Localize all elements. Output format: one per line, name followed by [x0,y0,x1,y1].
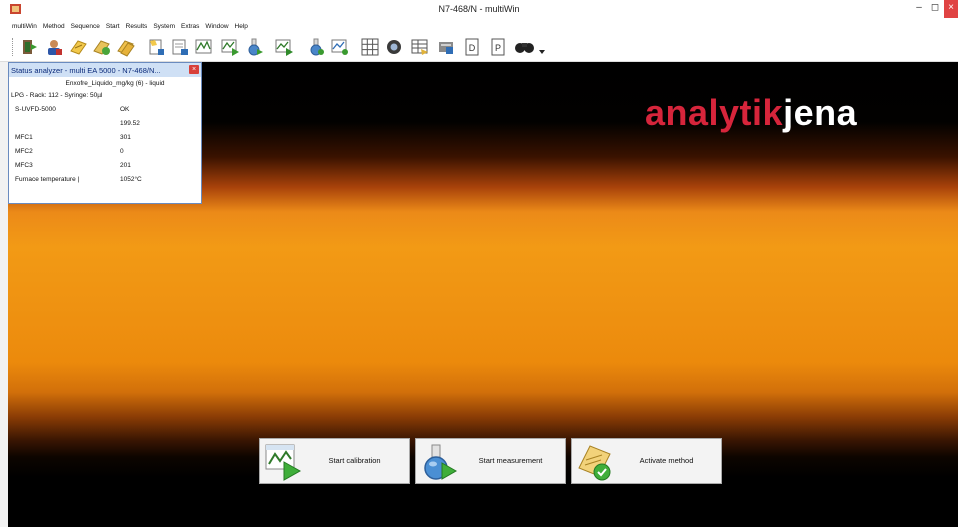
maximize-button[interactable]: ◻ [928,0,942,18]
measurement-flask-icon [420,442,458,482]
user-icon[interactable] [44,37,64,57]
title-bar: N7-468/N - multiWin – ◻ × [0,0,958,20]
database-icon[interactable] [436,37,456,57]
status-value: OK [120,106,130,113]
status-row: 199.52 [9,117,201,131]
start-calibration-button[interactable]: Start calibration [259,438,410,484]
document-p-icon[interactable]: P [488,37,508,57]
results-icon[interactable] [220,37,240,57]
toolbar-grip [12,38,14,56]
menu-extras[interactable]: Extras [181,23,199,30]
status-value: 0 [120,148,124,155]
start-calibration-label: Start calibration [328,456,381,465]
activate-method-label: Activate method [639,456,694,465]
status-value: 201 [120,162,131,169]
document-d-icon[interactable]: D [462,37,482,57]
status-label: Furnace temperature | [15,176,80,183]
flask-icon[interactable] [244,37,264,57]
method-icon[interactable] [68,37,88,57]
status-label: MFC2 [15,148,33,155]
menu-window[interactable]: Window [205,23,228,30]
status-row: MFC1 301 [9,131,201,145]
report-icon[interactable] [274,37,294,57]
start-measurement-button[interactable]: Start measurement [415,438,566,484]
binoculars-icon[interactable] [514,37,546,57]
status-sample-name: Enxofre_Liquido_mg/kg (6) - liquid [65,80,165,87]
menu-multiwin[interactable]: multiWin [12,23,37,30]
svg-text:D: D [469,43,476,53]
menu-help[interactable]: Help [235,23,248,30]
calibration-icon[interactable] [146,37,166,57]
status-row: Furnace temperature | 1052°C [9,173,201,187]
grid-icon[interactable] [360,37,380,57]
status-label: MFC3 [15,162,33,169]
toolbar: D P [0,32,958,62]
menu-system[interactable]: System [153,23,175,30]
status-window-close-button[interactable]: × [189,65,199,74]
sequence-icon[interactable] [92,37,112,57]
exit-icon[interactable] [20,37,40,57]
measurement-icon[interactable] [170,37,190,57]
brand-logo: analytikjena [645,92,857,134]
status-value: 1052°C [120,176,142,183]
status-analyzer-window: Status analyzer - multi EA 5000 - N7-468… [8,62,202,204]
furnace-icon[interactable] [384,37,404,57]
status-window-title: Status analyzer - multi EA 5000 - N7-468… [11,65,161,75]
menu-sequence[interactable]: Sequence [71,23,100,30]
menu-bar: multiWin Method Sequence Start Results S… [0,20,958,32]
brand-logo-part2: jena [783,92,858,133]
table-icon[interactable] [410,37,430,57]
status-rack-line: LPG - Rack: 112 - Syringe: 50µl [11,92,103,99]
status-row: MFC2 0 [9,145,201,159]
chart-icon[interactable] [194,37,214,57]
window-title: N7-468/N - multiWin [438,4,520,14]
menu-results[interactable]: Results [126,23,148,30]
status-row: MFC3 201 [9,159,201,173]
status-label: S-UVFD-5000 [15,106,56,113]
svg-text:P: P [495,43,501,53]
status-row: S-UVFD-5000 OK [9,103,201,117]
activate-method-button[interactable]: Activate method [571,438,722,484]
menu-start[interactable]: Start [106,23,120,30]
calibration-chart-icon [264,442,302,482]
status-value: 199.52 [120,120,140,127]
flask-icon-2[interactable] [306,37,326,57]
sample-icon[interactable] [116,37,136,57]
brand-logo-part1: analytik [645,92,784,133]
menu-method[interactable]: Method [43,23,65,30]
status-value: 301 [120,134,131,141]
report-icon-2[interactable] [330,37,350,57]
activate-method-icon [576,442,614,482]
status-label: MFC1 [15,134,33,141]
start-measurement-label: Start measurement [478,456,543,465]
minimize-button[interactable]: – [912,0,926,18]
close-button[interactable]: × [944,0,958,18]
status-window-header[interactable]: Status analyzer - multi EA 5000 - N7-468… [9,63,201,77]
